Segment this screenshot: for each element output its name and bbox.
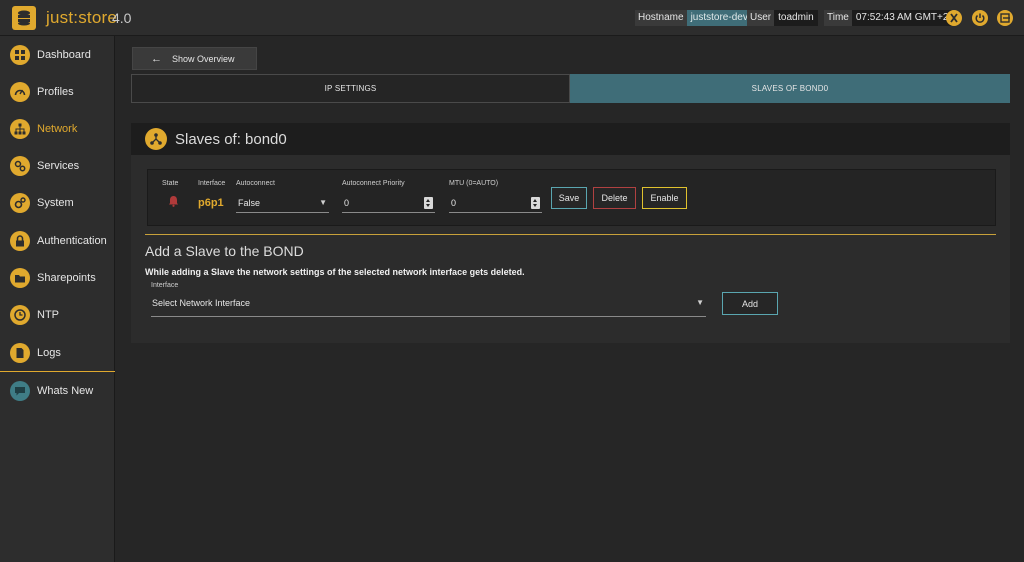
- top-bar: just:store 4.0 Hostname juststore-dev Us…: [0, 0, 1024, 36]
- panel-title: Slaves of: bond0: [175, 131, 287, 148]
- sidebar-item-label: Sharepoints: [37, 271, 96, 284]
- add-button[interactable]: Add: [722, 292, 778, 315]
- stepper-icon[interactable]: [424, 197, 433, 209]
- mtu-label: MTU (0=AUTO): [449, 180, 499, 187]
- caret-down-icon: ▼: [319, 198, 327, 207]
- panel-header: Slaves of: bond0: [131, 123, 1010, 155]
- mtu-field[interactable]: 0: [449, 195, 542, 213]
- power-icon[interactable]: [972, 10, 988, 26]
- interface-placeholder: Select Network Interface: [152, 298, 251, 308]
- state-label: State: [162, 180, 179, 187]
- enable-button[interactable]: Enable: [642, 187, 687, 209]
- interface-label: Interface: [198, 180, 226, 187]
- clock-icon: [10, 304, 30, 325]
- interface-value: p6p1: [198, 197, 224, 209]
- sidebar-item-authentication[interactable]: Authentication: [0, 222, 115, 259]
- stepper-icon[interactable]: [531, 197, 540, 209]
- lock-icon: [10, 230, 30, 251]
- time-label: Time: [824, 10, 852, 26]
- gauge-icon: [10, 81, 30, 102]
- sidebar-item-logs[interactable]: Logs: [0, 334, 115, 371]
- app-version: 4.0: [112, 10, 132, 26]
- brand-name: just:store: [46, 8, 117, 27]
- bond-icon: [145, 128, 167, 150]
- caret-down-icon: ▼: [696, 298, 704, 307]
- user-status: User toadmin: [747, 10, 818, 26]
- sidebar-item-services[interactable]: Services: [0, 147, 115, 184]
- sidebar-item-label: Whats New: [37, 384, 94, 397]
- sidebar-item-label: System: [37, 196, 74, 209]
- autoconnect-label: Autoconnect: [236, 180, 275, 187]
- tools-icon[interactable]: [946, 10, 962, 26]
- arrow-left-icon: ←: [151, 52, 162, 65]
- sidebar-item-sharepoints[interactable]: Sharepoints: [0, 259, 115, 296]
- priority-label: Autoconnect Priority: [342, 180, 405, 187]
- network-icon: [10, 118, 30, 139]
- user-label: User: [747, 10, 775, 26]
- storage-logo-icon: [12, 6, 36, 30]
- time-status: Time 07:52:43 AM GMT+2: [824, 10, 953, 26]
- tab-slaves-of-bond0[interactable]: SLAVES OF BOND0: [570, 74, 1010, 103]
- autoconnect-select[interactable]: False ▼: [236, 195, 329, 213]
- show-overview-label: Show Overview: [172, 53, 235, 64]
- sidebar-item-system[interactable]: System: [0, 184, 115, 221]
- gears-icon: [10, 155, 30, 176]
- dashboard-icon: [10, 44, 30, 65]
- sidebar-item-dashboard[interactable]: Dashboard: [0, 36, 115, 73]
- time-value: 07:52:43 AM GMT+2: [851, 10, 953, 26]
- autoconnect-value: False: [238, 198, 261, 208]
- priority-field[interactable]: 0: [342, 195, 435, 213]
- hostname-value: juststore-dev: [686, 10, 752, 26]
- document-icon: [10, 342, 30, 363]
- add-interface-label: Interface: [151, 282, 179, 289]
- sidebar: Dashboard Profiles Network Services Syst…: [0, 36, 115, 562]
- section-divider: [145, 234, 996, 235]
- sidebar-item-ntp[interactable]: NTP: [0, 296, 115, 333]
- sidebar-item-network[interactable]: Network: [0, 110, 115, 147]
- priority-value: 0: [344, 198, 350, 208]
- network-interface-select[interactable]: Select Network Interface ▼: [151, 295, 706, 317]
- system-gears-icon: [10, 192, 30, 213]
- sidebar-item-whats-new[interactable]: Whats New: [0, 372, 115, 409]
- slave-row: State Interface Autoconnect Autoconnect …: [147, 169, 996, 226]
- sidebar-item-label: Dashboard: [37, 48, 91, 61]
- panel-body: State Interface Autoconnect Autoconnect …: [131, 155, 1010, 343]
- logout-icon[interactable]: [997, 10, 1013, 26]
- sidebar-item-label: NTP: [37, 308, 59, 321]
- bell-alert-icon: [168, 194, 179, 212]
- chat-icon: [10, 380, 30, 401]
- user-value: toadmin: [774, 10, 818, 26]
- hostname-label: Hostname: [635, 10, 687, 26]
- sidebar-item-label: Logs: [37, 346, 61, 359]
- show-overview-button[interactable]: ← Show Overview: [132, 47, 257, 70]
- sidebar-item-label: Authentication: [37, 234, 107, 247]
- sidebar-item-label: Profiles: [37, 85, 74, 98]
- save-button[interactable]: Save: [551, 187, 587, 209]
- folder-icon: [10, 267, 30, 288]
- tab-ip-settings[interactable]: IP SETTINGS: [131, 74, 570, 103]
- hostname-status: Hostname juststore-dev: [635, 10, 752, 26]
- sidebar-item-label: Network: [37, 122, 78, 135]
- tab-bar: IP SETTINGS SLAVES OF BOND0: [131, 74, 1010, 103]
- sidebar-item-label: Services: [37, 159, 80, 172]
- add-slave-note: While adding a Slave the network setting…: [145, 267, 525, 277]
- add-slave-title: Add a Slave to the BOND: [145, 243, 304, 259]
- mtu-value: 0: [451, 198, 457, 208]
- sidebar-item-profiles[interactable]: Profiles: [0, 73, 115, 110]
- delete-button[interactable]: Delete: [593, 187, 636, 209]
